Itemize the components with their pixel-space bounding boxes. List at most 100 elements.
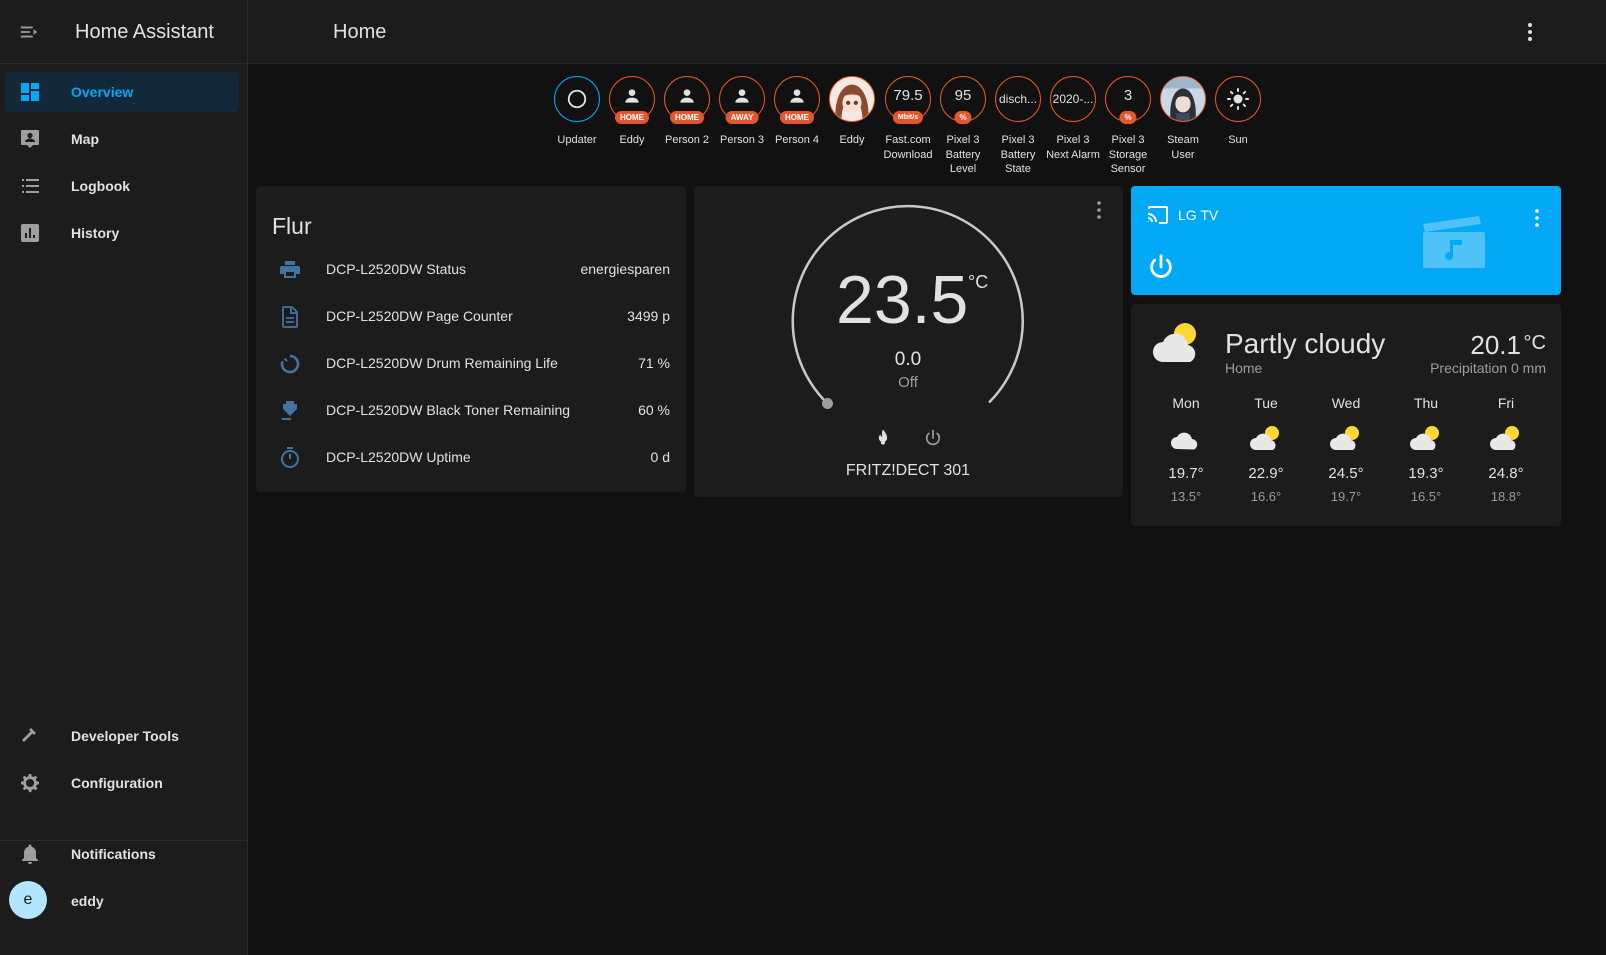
- sidebar-item-label: Developer Tools: [71, 728, 179, 744]
- more-vert-icon[interactable]: [1525, 206, 1549, 230]
- weather-condition: Partly cloudy: [1225, 328, 1386, 359]
- badge-name: Eddy: [619, 134, 645, 146]
- account-box-icon: [18, 127, 42, 151]
- entity-row[interactable]: DCP-L2520DW Page Counter 3499 p: [256, 293, 686, 340]
- sidebar-item-notifications[interactable]: Notifications: [5, 834, 239, 874]
- sidebar-item-configuration[interactable]: Configuration: [5, 763, 239, 803]
- entity-value: 0 d: [650, 449, 670, 465]
- entity-row[interactable]: DCP-L2520DW Black Toner Remaining 60 %: [256, 387, 686, 434]
- sidebar-item-map[interactable]: Map: [5, 119, 239, 159]
- thermostat-card: 23.5 °C 0.0 Off FRITZ!DECT 301: [694, 186, 1123, 497]
- badge-name: Eddy: [839, 134, 865, 146]
- partly-cloudy-icon: [1408, 423, 1444, 453]
- cast-icon: [1146, 203, 1170, 227]
- entity-name: DCP-L2520DW Uptime: [326, 449, 471, 465]
- temperature-unit: °C: [968, 272, 989, 292]
- forecast-day-name: Thu: [1413, 395, 1439, 411]
- current-temperature: 23.5: [836, 262, 969, 338]
- sidebar-item-label: Configuration: [71, 775, 163, 791]
- badge-name: Pixel 3 Storage Sensor: [1108, 134, 1148, 175]
- anime-girl-avatar: [829, 76, 875, 122]
- forecast-day: Tue 22.9° 16.6°: [1226, 395, 1306, 504]
- badge-value: 95: [954, 86, 972, 104]
- badge-value-circle: disch...: [995, 76, 1041, 122]
- badge-value: 2020-...: [1052, 92, 1094, 106]
- forecast-low: 13.5°: [1170, 489, 1202, 504]
- sidebar-item-history[interactable]: History: [5, 213, 239, 253]
- forecast-day-name: Fri: [1497, 395, 1515, 411]
- sidebar-user-name: eddy: [71, 893, 104, 909]
- partly-cloudy-icon: [1149, 318, 1205, 366]
- entity-name: DCP-L2520DW Status: [326, 261, 467, 277]
- sidebar-item-label: History: [71, 225, 120, 241]
- menu-collapse-icon[interactable]: [18, 21, 40, 43]
- target-temperature: 0.0: [894, 349, 922, 370]
- entity-value: 60 %: [638, 402, 670, 418]
- entity-row[interactable]: DCP-L2520DW Status energiesparen: [256, 246, 686, 293]
- printer-icon: [278, 258, 302, 282]
- badge-name: Pixel 3 Next Alarm: [1046, 134, 1100, 161]
- weather-precipitation: Precipitation 0 mm: [1430, 360, 1546, 376]
- forecast-high: 24.5°: [1328, 465, 1364, 482]
- badge-name: Pixel 3 Battery Level: [945, 134, 981, 175]
- power-icon[interactable]: [923, 428, 943, 448]
- sidebar-item-label: Notifications: [71, 846, 156, 862]
- badge-unit-pill: %: [1119, 111, 1137, 124]
- media-player-card: LG TV: [1131, 186, 1561, 295]
- badge-state-pill: HOME: [780, 111, 814, 124]
- partly-cloudy-icon: [1488, 423, 1524, 453]
- badge-name: Person 4: [774, 134, 820, 146]
- badge-unit-pill: Mbit/s: [892, 111, 924, 124]
- sidebar-item-developer-tools[interactable]: Developer Tools: [5, 716, 239, 756]
- weather-unit: °C: [1523, 332, 1546, 354]
- entity-name: DCP-L2520DW Black Toner Remaining: [326, 402, 571, 418]
- thermostat-name: FRITZ!DECT 301: [845, 462, 971, 479]
- power-icon[interactable]: [1146, 252, 1176, 282]
- movie-music-icon: [1421, 214, 1487, 270]
- fire-icon[interactable]: [873, 428, 893, 448]
- sidebar: Home Assistant Overview Map Logbook Hist…: [0, 0, 248, 955]
- entity-name: DCP-L2520DW Drum Remaining Life: [326, 355, 558, 371]
- anime-boy-avatar: [1160, 76, 1206, 122]
- entity-row[interactable]: DCP-L2520DW Drum Remaining Life 71 %: [256, 340, 686, 387]
- badge-name: Person 3: [719, 134, 765, 146]
- cloudy-icon: [1168, 423, 1204, 453]
- top-bar: Home: [248, 0, 1606, 64]
- forecast-high: 19.7°: [1168, 465, 1204, 482]
- forecast-day: Thu 19.3° 16.5°: [1386, 395, 1466, 504]
- badge-value: 3: [1123, 86, 1133, 104]
- badge-value: disch...: [998, 92, 1037, 106]
- hvac-mode: Off: [898, 374, 918, 391]
- badge-name: Steam User: [1167, 134, 1199, 161]
- forecast-day: Mon 19.7° 13.5°: [1146, 395, 1226, 504]
- badge-name: Pixel 3 Battery State: [1000, 134, 1036, 175]
- sidebar-item-label: Overview: [71, 84, 134, 100]
- forecast-day-name: Tue: [1254, 395, 1278, 411]
- forecast-high: 22.9°: [1248, 465, 1284, 482]
- weather-location: Home: [1225, 360, 1263, 376]
- entity-row[interactable]: DCP-L2520DW Uptime 0 d: [256, 434, 686, 481]
- entity-name: DCP-L2520DW Page Counter: [326, 308, 513, 324]
- sidebar-item-logbook[interactable]: Logbook: [5, 166, 239, 206]
- sidebar-item-user[interactable]: e eddy: [5, 881, 239, 921]
- drum-ring-icon: [278, 352, 302, 376]
- badge-unit-pill: %: [954, 111, 972, 124]
- forecast-day: Fri 24.8° 18.8°: [1466, 395, 1546, 504]
- forecast-high: 24.8°: [1488, 465, 1524, 482]
- media-player-name: LG TV: [1178, 207, 1219, 223]
- sidebar-header: Home Assistant: [0, 0, 248, 64]
- entities-card: Flur DCP-L2520DW Status energiesparen DC…: [256, 186, 686, 492]
- sidebar-item-overview[interactable]: Overview: [5, 72, 239, 112]
- hammer-icon: [18, 724, 42, 748]
- more-vert-icon[interactable]: [1518, 20, 1542, 44]
- forecast-high: 19.3°: [1408, 465, 1444, 482]
- partly-cloudy-icon: [1248, 423, 1284, 453]
- chart-box-icon: [18, 221, 42, 245]
- app-title: Home Assistant: [75, 21, 214, 43]
- forecast-low: 18.8°: [1490, 489, 1522, 504]
- entity-value: 71 %: [638, 355, 670, 371]
- badge-state-pill: HOME: [615, 111, 649, 124]
- toner-icon: [278, 399, 302, 423]
- sidebar-item-label: Logbook: [71, 178, 131, 194]
- more-vert-icon[interactable]: [1087, 198, 1111, 222]
